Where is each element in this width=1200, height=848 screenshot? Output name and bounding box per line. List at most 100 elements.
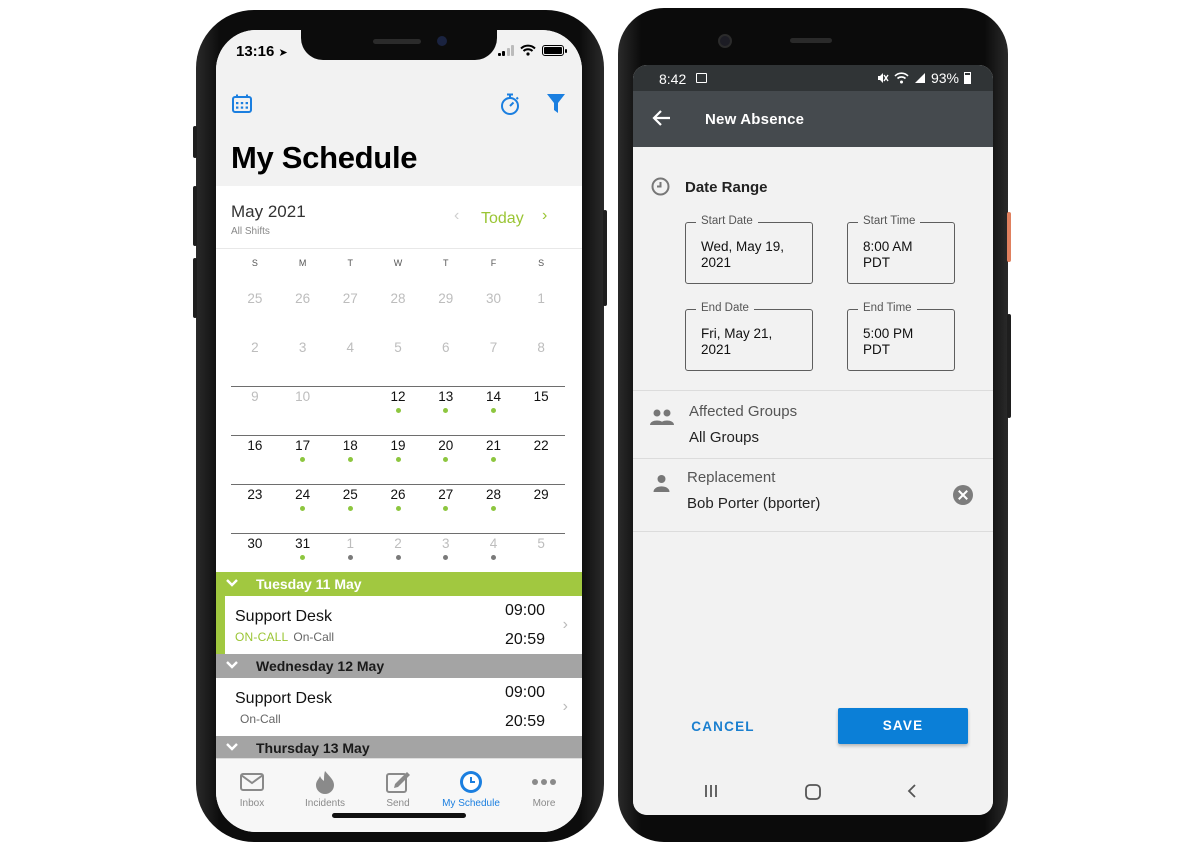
calendar-day[interactable]: 26	[374, 470, 422, 519]
calendar-day[interactable]: 5	[517, 519, 565, 568]
calendar-icon[interactable]	[231, 93, 253, 115]
week-divider	[231, 435, 565, 436]
calendar-day[interactable]: 29	[517, 470, 565, 519]
end-date-field[interactable]: End Date Fri, May 21, 2021	[685, 302, 813, 371]
calendar-day[interactable]: 20	[422, 421, 470, 470]
status-time: 13:16 ➤	[236, 43, 288, 60]
section-divider	[633, 458, 993, 459]
volume-up-button	[193, 186, 197, 246]
today-button[interactable]: Today	[481, 210, 524, 228]
day-number: 25	[342, 487, 358, 502]
tab-my-schedule[interactable]: My Schedule	[436, 769, 506, 809]
group-icon	[650, 409, 674, 425]
day-number: 2	[394, 536, 402, 551]
agenda-day-header[interactable]: Tuesday 11 May	[216, 572, 582, 596]
calendar-day[interactable]: 13	[422, 372, 470, 421]
calendar-day[interactable]: 3	[279, 323, 327, 372]
calendar-day[interactable]: 25	[326, 470, 374, 519]
calendar-day[interactable]: 4	[326, 323, 374, 372]
calendar-day[interactable]: 30	[470, 274, 518, 323]
shift-row[interactable]: Support Desk ON-CALL On-Call 09:00 20:59 …	[216, 596, 582, 654]
section-divider	[633, 531, 993, 532]
calendar-day[interactable]: 27	[422, 470, 470, 519]
calendar-filter-label: All Shifts	[231, 226, 270, 237]
agenda-day-label: Wednesday 12 May	[256, 658, 385, 674]
stopwatch-icon[interactable]	[499, 92, 521, 116]
back-arrow-icon[interactable]	[651, 107, 673, 129]
start-date-field[interactable]: Start Date Wed, May 19, 2021	[685, 215, 813, 284]
calendar-day[interactable]: 26	[279, 274, 327, 323]
calendar-day[interactable]: 9	[231, 372, 279, 421]
calendar-day[interactable]: 25	[231, 274, 279, 323]
filter-icon[interactable]	[546, 93, 566, 115]
volume-down-button	[193, 258, 197, 318]
calendar-day[interactable]: 1	[517, 274, 565, 323]
shift-name: Support Desk	[235, 690, 332, 707]
calendar-day[interactable]: 18	[326, 421, 374, 470]
home-icon[interactable]	[804, 783, 822, 801]
tab-inbox[interactable]: Inbox	[217, 769, 287, 809]
compose-icon	[386, 772, 410, 793]
calendar-week: 2 3 4 5 6 7 8	[231, 323, 565, 372]
calendar-day[interactable]: 22	[517, 421, 565, 470]
agenda-day-header[interactable]: Thursday 13 May	[216, 736, 582, 760]
day-number: 31	[295, 536, 311, 551]
shift-row[interactable]: Support Desk On-Call 09:00 20:59 ›	[216, 678, 582, 736]
home-indicator[interactable]	[332, 813, 466, 818]
calendar-day[interactable]: 31	[279, 519, 327, 568]
calendar-day[interactable]: 21	[470, 421, 518, 470]
day-number: 30	[247, 536, 263, 551]
system-nav-bar	[633, 769, 993, 815]
calendar-day[interactable]: 14	[470, 372, 518, 421]
calendar-day[interactable]: 28	[470, 470, 518, 519]
calendar-day[interactable]: 24	[279, 470, 327, 519]
calendar-day[interactable]: 7	[470, 323, 518, 372]
tab-send[interactable]: Send	[363, 769, 433, 809]
calendar-day[interactable]: 2	[374, 519, 422, 568]
calendar-day[interactable]: 6	[422, 323, 470, 372]
field-label: End Date	[696, 302, 754, 314]
calendar-day[interactable]: 27	[326, 274, 374, 323]
next-month-button[interactable]: ›	[542, 207, 547, 225]
previous-month-button[interactable]: ‹	[454, 207, 459, 225]
clear-replacement-button[interactable]	[953, 485, 973, 505]
calendar-day[interactable]: 4	[470, 519, 518, 568]
weekday-header: S M T W T F S	[231, 258, 565, 268]
save-button[interactable]: SAVE	[838, 708, 968, 744]
agenda-day-header[interactable]: Wednesday 12 May	[216, 654, 582, 678]
affected-groups-label: Affected Groups	[689, 403, 798, 420]
calendar-day[interactable]: 8	[517, 323, 565, 372]
tab-incidents[interactable]: Incidents	[290, 769, 360, 809]
calendar-day[interactable]: 30	[231, 519, 279, 568]
calendar-day[interactable]: 17	[279, 421, 327, 470]
calendar-day[interactable]: 12	[374, 372, 422, 421]
status-time: 8:42	[659, 71, 687, 87]
calendar-day[interactable]: 28	[374, 274, 422, 323]
app-bar: New Absence	[633, 91, 993, 147]
calendar-day[interactable]: 15	[517, 372, 565, 421]
calendar-day[interactable]: 10	[279, 372, 327, 421]
flame-icon	[316, 771, 334, 794]
weekday-label: F	[490, 258, 497, 268]
day-number: 5	[394, 340, 402, 355]
replacement-value: Bob Porter (bporter)	[687, 495, 821, 512]
tab-more[interactable]: More	[509, 769, 579, 809]
mute-icon	[877, 73, 889, 83]
day-number: 24	[295, 487, 311, 502]
calendar-day[interactable]: 5	[374, 323, 422, 372]
earpiece	[373, 39, 421, 44]
calendar-day[interactable]: 16	[231, 421, 279, 470]
calendar-day[interactable]: 23	[231, 470, 279, 519]
calendar-day[interactable]: 1	[326, 519, 374, 568]
calendar-day[interactable]: 3	[422, 519, 470, 568]
end-time-field[interactable]: End Time 5:00 PM PDT	[847, 302, 955, 371]
start-time-field[interactable]: Start Time 8:00 AM PDT	[847, 215, 955, 284]
calendar-day[interactable]: 29	[422, 274, 470, 323]
day-number: 20	[438, 438, 454, 453]
cancel-button[interactable]: CANCEL	[673, 709, 773, 745]
calendar-day[interactable]: 2	[231, 323, 279, 372]
calendar-week: 23 24 25 26 27 28 29	[231, 470, 565, 519]
recent-apps-icon[interactable]	[703, 783, 719, 799]
back-icon[interactable]	[905, 783, 919, 799]
calendar-day[interactable]: 19	[374, 421, 422, 470]
